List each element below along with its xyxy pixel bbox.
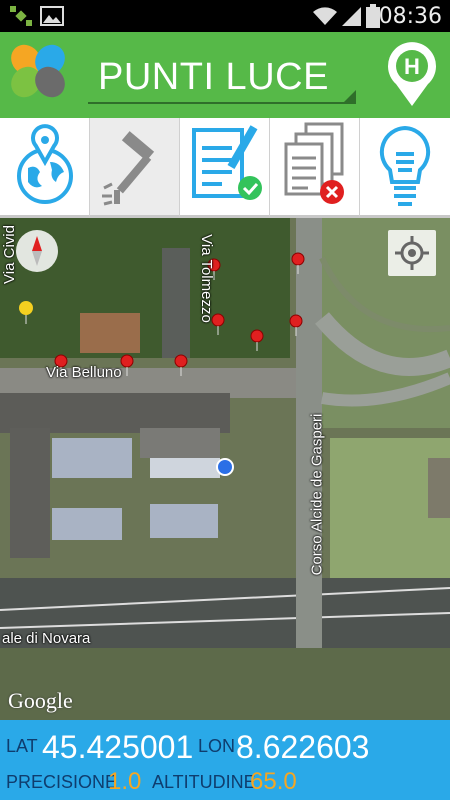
tool-report-ko-button[interactable] [270,118,360,218]
precision-value: 1.0 [108,768,142,795]
street-label-via-tolmezzo: Via Tolmezzo [197,234,215,323]
toolbar [0,118,450,218]
altitude-value: 65.0 [250,768,297,795]
compass-button[interactable] [16,230,58,272]
app-logo-icon [11,44,65,98]
svg-text:H: H [404,54,420,79]
tool-report-ok-button[interactable] [180,118,270,218]
coordinates-panel: LAT 45.425001 LON 8.622603 PRECISIONE 1.… [0,720,450,800]
tool-locate-button[interactable] [0,118,90,218]
category-spinner[interactable]: PUNTI LUCE [88,32,356,114]
wifi-icon [313,7,337,25]
map-marker [54,252,305,376]
google-attribution: Google [8,688,73,713]
altitude-label: ALTITUDINE [152,772,256,792]
current-location-dot [216,458,234,476]
my-location-button[interactable] [388,230,436,276]
status-bar: 08:36 [0,0,450,32]
lon-value: 8.622603 [236,729,370,765]
yellow-marker [19,301,33,324]
app-bar: PUNTI LUCE H [0,32,450,118]
street-label-viale-novara: ale di Novara [2,630,91,647]
spinner-arrow-icon [344,90,356,102]
lon-label: LON [198,736,236,756]
street-label-corso-gasperi: Corso Alcide de Gasperi [308,413,326,576]
lat-value: 45.425001 [42,729,194,765]
document-check-icon [192,125,262,200]
status-time: 08:36 [378,4,442,29]
satellite-icon [10,6,32,26]
globe-pin-icon [17,124,73,204]
compass-icon [32,236,42,266]
tool-light-button[interactable] [360,118,450,218]
lat-label: LAT [6,736,38,756]
image-icon [40,6,64,26]
crosshair-icon [395,236,429,270]
documents-error-icon [284,122,344,204]
signal-icon [342,7,361,26]
map-view[interactable]: Via Civid Via Tolmezzo Via Belluno Corso… [0,218,450,720]
tool-install-button[interactable] [90,118,180,218]
precision-label: PRECISIONE [6,772,118,792]
hammer-icon [102,131,155,206]
map-pin-h-icon[interactable]: H [384,40,440,108]
page-title: PUNTI LUCE [98,56,329,98]
lightbulb-icon [379,125,431,206]
street-label-via-belluno: Via Belluno [46,364,122,381]
